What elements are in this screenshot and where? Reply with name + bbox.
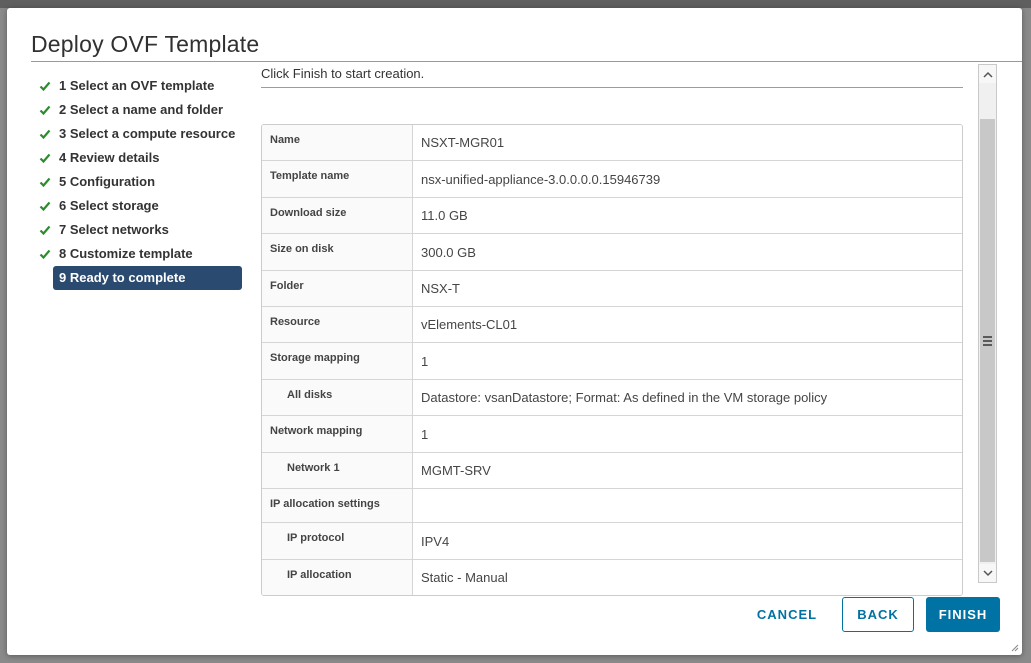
wizard-step-4[interactable]: 4 Review details [37,146,247,170]
table-row: IP allocation Static - Manual [262,560,962,595]
check-icon [39,177,51,188]
wizard-step-2[interactable]: 2 Select a name and folder [37,98,247,122]
detail-value: vElements-CL01 [421,317,518,332]
check-icon [39,81,51,92]
vertical-scrollbar[interactable] [978,64,997,583]
check-icon [39,225,51,236]
detail-value: Static - Manual [421,570,508,585]
intro-text: Click Finish to start creation. [261,66,425,81]
detail-value: nsx-unified-appliance-3.0.0.0.0.15946739 [421,171,661,187]
wizard-step-label: 8 Customize template [59,246,193,261]
detail-key: Network 1 [262,453,413,488]
check-icon [39,129,51,140]
back-button[interactable]: BACK [842,597,914,632]
wizard-step-label: 9 Ready to complete [59,270,186,285]
detail-key: Network mapping [262,416,413,452]
title-divider [31,61,1022,62]
cancel-button[interactable]: CANCEL [749,597,825,632]
detail-key: Template name [262,161,413,197]
wizard-steps: 1 Select an OVF template 2 Select a name … [37,74,247,290]
table-row: IP protocol IPV4 [262,523,962,560]
chevron-down-icon[interactable] [979,564,996,582]
detail-key: IP allocation settings [262,489,413,522]
wizard-step-8[interactable]: 8 Customize template [37,242,247,266]
resize-grip-icon[interactable] [1009,642,1019,652]
table-row: Folder NSX-T [262,271,962,307]
wizard-step-3[interactable]: 3 Select a compute resource [37,122,247,146]
deploy-ovf-dialog: Deploy OVF Template 1 Select an OVF temp… [7,8,1022,655]
detail-key: IP protocol [262,523,413,559]
table-row: Size on disk 300.0 GB [262,234,962,271]
check-icon [39,201,51,212]
wizard-step-5[interactable]: 5 Configuration [37,170,247,194]
backdrop [0,0,1031,8]
table-row: Download size 11.0 GB [262,198,962,234]
table-row: Network mapping 1 [262,416,962,453]
detail-value [413,489,962,522]
wizard-step-label: 4 Review details [59,150,160,165]
intro-divider [261,87,963,88]
grip-icon [983,334,992,348]
detail-value: NSX-T [421,281,460,296]
details-table: Name NSXT-MGR01 Template name nsx-unified-a… [261,124,963,596]
table-row: Network 1 MGMT-SRV [262,453,962,489]
table-row: All disks Datastore: vsanDatastore; Forma… [262,380,962,416]
detail-value: MGMT-SRV [421,463,491,478]
detail-key: Resource [262,307,413,342]
table-row: Template name nsx-unified-appliance-3.0.0… [262,161,962,198]
wizard-step-7[interactable]: 7 Select networks [37,218,247,242]
detail-key: All disks [262,380,413,415]
detail-value: 1 [421,426,429,442]
scrollbar-thumb[interactable] [980,119,995,562]
wizard-step-9[interactable]: 9 Ready to complete [53,266,242,290]
check-icon [39,249,51,260]
detail-value: Datastore: vsanDatastore; Format: As def… [421,390,828,405]
wizard-step-label: 1 Select an OVF template [59,78,215,93]
check-icon [39,153,51,164]
detail-key: Folder [262,271,413,306]
dialog-title: Deploy OVF Template [31,31,260,57]
table-row: Resource vElements-CL01 [262,307,962,343]
chevron-up-icon[interactable] [979,65,996,83]
wizard-step-6[interactable]: 6 Select storage [37,194,247,218]
table-row: Storage mapping 1 [262,343,962,380]
check-icon [39,105,51,116]
wizard-step-label: 3 Select a compute resource [59,126,236,141]
wizard-step-label: 5 Configuration [59,174,156,189]
detail-key: Storage mapping [262,343,413,379]
table-row: Name NSXT-MGR01 [262,125,962,161]
wizard-step-label: 2 Select a name and folder [59,102,224,117]
detail-value: NSXT-MGR01 [421,135,505,150]
detail-value: IPV4 [421,533,450,549]
detail-key: IP allocation [262,560,413,595]
detail-key: Download size [262,198,413,233]
detail-value: 1 [421,353,429,369]
wizard-step-1[interactable]: 1 Select an OVF template [37,74,247,98]
detail-key: Size on disk [262,234,413,270]
wizard-step-label: 7 Select networks [59,222,169,237]
detail-value: 300.0 GB [421,244,476,260]
finish-button[interactable]: FINISH [926,597,1000,632]
table-row: IP allocation settings [262,489,962,523]
wizard-step-label: 6 Select storage [59,198,159,213]
detail-value: 11.0 GB [421,208,468,223]
detail-key: Name [262,125,413,160]
